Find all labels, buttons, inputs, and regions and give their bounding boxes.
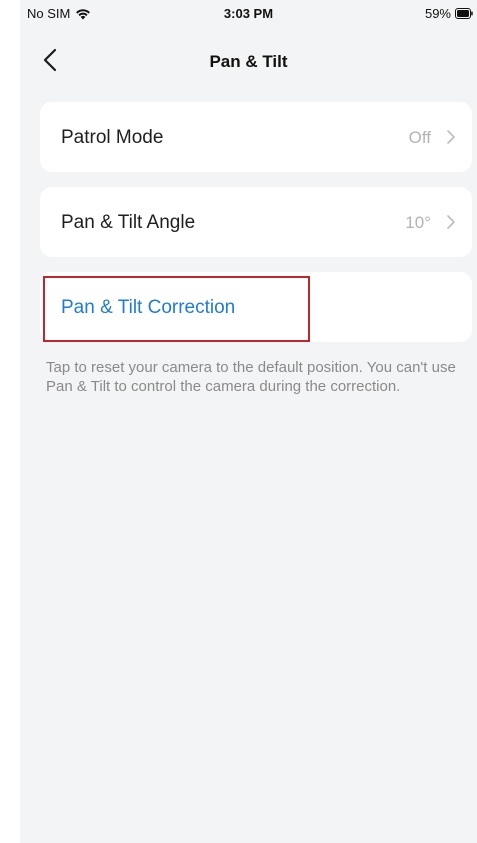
page-title: Pan & Tilt: [209, 52, 288, 71]
patrol-mode-label: Patrol Mode: [61, 127, 164, 148]
app-screen: No SIM 3:03 PM 59% Pan & Tilt Patrol Mod…: [20, 0, 477, 843]
pan-tilt-correction-button[interactable]: Pan & Tilt Correction: [61, 297, 235, 319]
pan-tilt-angle-row[interactable]: Pan & Tilt Angle 10°: [40, 187, 472, 257]
pan-tilt-angle-label: Pan & Tilt Angle: [61, 212, 196, 233]
status-time: 3:03 PM: [223, 6, 274, 21]
status-right: 59%: [425, 6, 473, 21]
correction-hint-text: Tap to reset your camera to the default …: [46, 359, 456, 395]
patrol-mode-row[interactable]: Patrol Mode Off: [40, 102, 472, 172]
chevron-right-icon: [447, 130, 455, 144]
battery-icon: [455, 8, 473, 19]
patrol-mode-value: Off: [408, 128, 431, 147]
nav-bar: Pan & Tilt: [20, 38, 477, 86]
pan-tilt-angle-value: 10°: [405, 213, 431, 232]
pan-tilt-correction-row[interactable]: Pan & Tilt Correction: [40, 272, 472, 342]
chevron-right-icon: [447, 215, 455, 229]
battery-percent: 59%: [424, 6, 451, 21]
status-bar: No SIM 3:03 PM 59%: [20, 0, 477, 36]
